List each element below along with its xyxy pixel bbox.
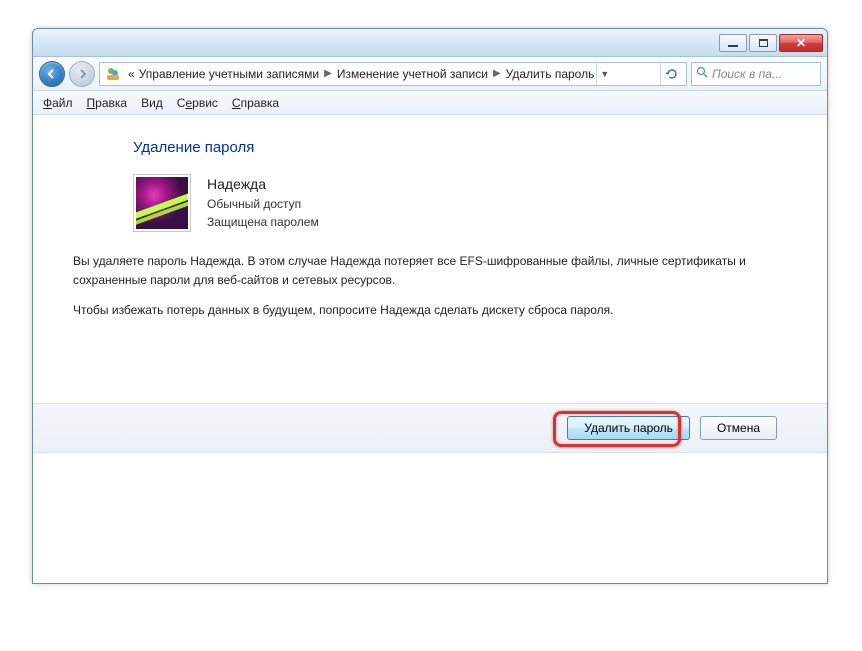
chevron-right-icon: ▶: [321, 68, 335, 79]
delete-password-button[interactable]: Удалить пароль: [567, 416, 690, 440]
maximize-button[interactable]: [749, 34, 777, 52]
user-block: Надежда Обычный доступ Защищена паролем: [133, 174, 787, 232]
warning-paragraph: Вы удаляете пароль Надежда. В этом случа…: [73, 252, 747, 289]
avatar: [133, 174, 191, 232]
breadcrumb-segment[interactable]: Изменение учетной записи: [335, 67, 490, 81]
action-bar: Удалить пароль Отмена: [33, 403, 827, 453]
content-area: Удаление пароля Надежда Обычный доступ З…: [33, 115, 827, 583]
users-icon: [104, 65, 122, 83]
page-title: Удаление пароля: [133, 139, 787, 156]
refresh-button[interactable]: [660, 63, 682, 85]
search-input[interactable]: Поиск в па...: [691, 62, 821, 86]
navbar: « Управление учетными записями ▶ Изменен…: [33, 57, 827, 91]
menu-tools[interactable]: Сервис: [177, 96, 218, 110]
titlebar: ✕: [33, 29, 827, 57]
user-type: Обычный доступ: [207, 195, 319, 213]
body-text: Вы удаляете пароль Надежда. В этом случа…: [73, 252, 747, 320]
breadcrumb[interactable]: « Управление учетными записями ▶ Изменен…: [99, 62, 687, 86]
forward-button[interactable]: [69, 61, 95, 87]
search-icon: [696, 66, 708, 81]
menu-help[interactable]: Справка: [232, 96, 279, 110]
breadcrumb-segment[interactable]: Управление учетными записями: [137, 67, 321, 81]
menu-view[interactable]: Вид: [141, 96, 163, 110]
back-button[interactable]: [39, 61, 65, 87]
menu-edit[interactable]: Правка: [87, 96, 128, 110]
search-placeholder: Поиск в па...: [712, 67, 782, 81]
refresh-icon: [665, 67, 679, 81]
breadcrumb-prefix: «: [126, 67, 137, 81]
breadcrumb-segment[interactable]: Удалить пароль: [504, 67, 597, 81]
minimize-button[interactable]: [719, 34, 747, 52]
chevron-right-icon: ▶: [490, 68, 504, 79]
arrow-left-icon: [46, 68, 58, 80]
window-frame: ✕ « Управление учетными записями ▶ Измен…: [32, 28, 828, 584]
menubar: Файл Правка Вид Сервис Справка: [33, 91, 827, 115]
arrow-right-icon: [76, 68, 88, 80]
advice-paragraph: Чтобы избежать потерь данных в будущем, …: [73, 301, 747, 320]
avatar-image: [136, 177, 188, 229]
menu-file[interactable]: Файл: [43, 96, 73, 110]
breadcrumb-dropdown[interactable]: ▼: [596, 63, 612, 85]
close-button[interactable]: ✕: [779, 34, 823, 52]
user-status: Защищена паролем: [207, 213, 319, 231]
cancel-button[interactable]: Отмена: [700, 416, 777, 440]
user-name: Надежда: [207, 174, 319, 195]
